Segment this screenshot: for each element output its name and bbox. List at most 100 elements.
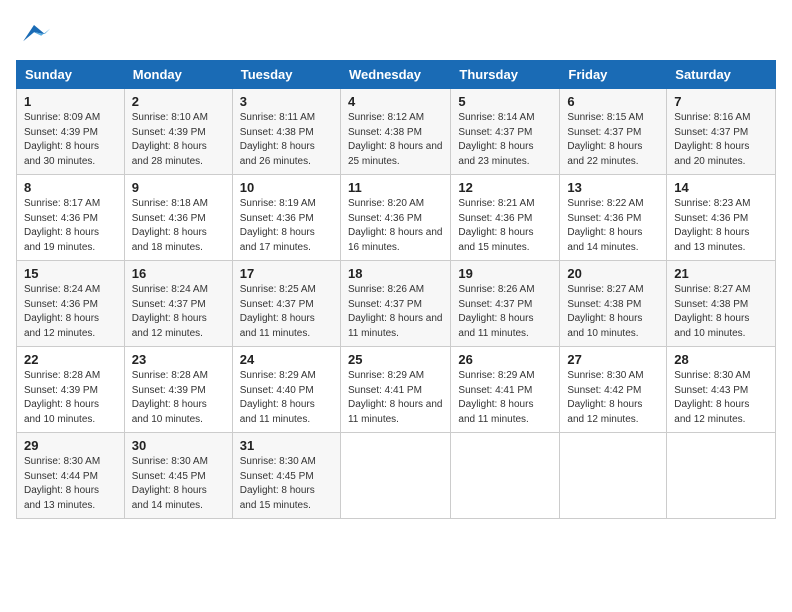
day-info: Sunrise: 8:22 AM Sunset: 4:36 PM Dayligh…: [567, 197, 659, 255]
calendar-cell: 21 Sunrise: 8:27 AM Sunset: 4:38 PM Dayl…: [667, 261, 776, 347]
day-info: Sunrise: 8:28 AM Sunset: 4:39 PM Dayligh…: [132, 369, 225, 427]
calendar-cell: [560, 433, 667, 519]
day-number: 15: [24, 266, 117, 281]
calendar-cell: 19 Sunrise: 8:26 AM Sunset: 4:37 PM Dayl…: [451, 261, 560, 347]
weekday-header: Tuesday: [232, 61, 340, 89]
calendar-cell: 18 Sunrise: 8:26 AM Sunset: 4:37 PM Dayl…: [340, 261, 450, 347]
calendar-week-row: 8 Sunrise: 8:17 AM Sunset: 4:36 PM Dayli…: [17, 175, 776, 261]
day-number: 26: [458, 352, 552, 367]
logo: [16, 16, 58, 52]
calendar-week-row: 29 Sunrise: 8:30 AM Sunset: 4:44 PM Dayl…: [17, 433, 776, 519]
calendar-cell: 15 Sunrise: 8:24 AM Sunset: 4:36 PM Dayl…: [17, 261, 125, 347]
calendar-cell: 20 Sunrise: 8:27 AM Sunset: 4:38 PM Dayl…: [560, 261, 667, 347]
calendar-cell: 8 Sunrise: 8:17 AM Sunset: 4:36 PM Dayli…: [17, 175, 125, 261]
calendar-cell: 17 Sunrise: 8:25 AM Sunset: 4:37 PM Dayl…: [232, 261, 340, 347]
day-info: Sunrise: 8:27 AM Sunset: 4:38 PM Dayligh…: [674, 283, 768, 341]
logo-icon: [16, 16, 52, 52]
day-number: 16: [132, 266, 225, 281]
weekday-header: Sunday: [17, 61, 125, 89]
day-info: Sunrise: 8:26 AM Sunset: 4:37 PM Dayligh…: [348, 283, 443, 341]
day-number: 1: [24, 94, 117, 109]
day-info: Sunrise: 8:18 AM Sunset: 4:36 PM Dayligh…: [132, 197, 225, 255]
day-number: 6: [567, 94, 659, 109]
day-number: 12: [458, 180, 552, 195]
day-info: Sunrise: 8:12 AM Sunset: 4:38 PM Dayligh…: [348, 111, 443, 169]
day-info: Sunrise: 8:23 AM Sunset: 4:36 PM Dayligh…: [674, 197, 768, 255]
calendar-cell: 6 Sunrise: 8:15 AM Sunset: 4:37 PM Dayli…: [560, 89, 667, 175]
page-header: [16, 16, 776, 52]
calendar-cell: 31 Sunrise: 8:30 AM Sunset: 4:45 PM Dayl…: [232, 433, 340, 519]
calendar-cell: 3 Sunrise: 8:11 AM Sunset: 4:38 PM Dayli…: [232, 89, 340, 175]
calendar-cell: 22 Sunrise: 8:28 AM Sunset: 4:39 PM Dayl…: [17, 347, 125, 433]
calendar-cell: 10 Sunrise: 8:19 AM Sunset: 4:36 PM Dayl…: [232, 175, 340, 261]
day-number: 2: [132, 94, 225, 109]
calendar-cell: 4 Sunrise: 8:12 AM Sunset: 4:38 PM Dayli…: [340, 89, 450, 175]
day-number: 9: [132, 180, 225, 195]
day-info: Sunrise: 8:15 AM Sunset: 4:37 PM Dayligh…: [567, 111, 659, 169]
calendar-cell: 12 Sunrise: 8:21 AM Sunset: 4:36 PM Dayl…: [451, 175, 560, 261]
calendar-cell: 28 Sunrise: 8:30 AM Sunset: 4:43 PM Dayl…: [667, 347, 776, 433]
day-number: 29: [24, 438, 117, 453]
day-number: 10: [240, 180, 333, 195]
day-info: Sunrise: 8:21 AM Sunset: 4:36 PM Dayligh…: [458, 197, 552, 255]
day-number: 19: [458, 266, 552, 281]
calendar-cell: 23 Sunrise: 8:28 AM Sunset: 4:39 PM Dayl…: [124, 347, 232, 433]
day-number: 30: [132, 438, 225, 453]
calendar-cell: 7 Sunrise: 8:16 AM Sunset: 4:37 PM Dayli…: [667, 89, 776, 175]
calendar-week-row: 15 Sunrise: 8:24 AM Sunset: 4:36 PM Dayl…: [17, 261, 776, 347]
weekday-header: Wednesday: [340, 61, 450, 89]
calendar-cell: 9 Sunrise: 8:18 AM Sunset: 4:36 PM Dayli…: [124, 175, 232, 261]
calendar-cell: 1 Sunrise: 8:09 AM Sunset: 4:39 PM Dayli…: [17, 89, 125, 175]
day-info: Sunrise: 8:30 AM Sunset: 4:45 PM Dayligh…: [132, 455, 225, 513]
day-number: 25: [348, 352, 443, 367]
day-info: Sunrise: 8:30 AM Sunset: 4:42 PM Dayligh…: [567, 369, 659, 427]
day-number: 20: [567, 266, 659, 281]
day-number: 28: [674, 352, 768, 367]
day-number: 18: [348, 266, 443, 281]
day-number: 4: [348, 94, 443, 109]
day-info: Sunrise: 8:30 AM Sunset: 4:44 PM Dayligh…: [24, 455, 117, 513]
calendar-cell: 13 Sunrise: 8:22 AM Sunset: 4:36 PM Dayl…: [560, 175, 667, 261]
calendar-cell: 2 Sunrise: 8:10 AM Sunset: 4:39 PM Dayli…: [124, 89, 232, 175]
day-number: 31: [240, 438, 333, 453]
day-number: 13: [567, 180, 659, 195]
day-info: Sunrise: 8:30 AM Sunset: 4:45 PM Dayligh…: [240, 455, 333, 513]
day-info: Sunrise: 8:24 AM Sunset: 4:37 PM Dayligh…: [132, 283, 225, 341]
day-info: Sunrise: 8:29 AM Sunset: 4:40 PM Dayligh…: [240, 369, 333, 427]
calendar-cell: 26 Sunrise: 8:29 AM Sunset: 4:41 PM Dayl…: [451, 347, 560, 433]
calendar-week-row: 1 Sunrise: 8:09 AM Sunset: 4:39 PM Dayli…: [17, 89, 776, 175]
calendar-cell: [451, 433, 560, 519]
calendar-table: SundayMondayTuesdayWednesdayThursdayFrid…: [16, 60, 776, 519]
day-number: 23: [132, 352, 225, 367]
day-info: Sunrise: 8:19 AM Sunset: 4:36 PM Dayligh…: [240, 197, 333, 255]
day-number: 5: [458, 94, 552, 109]
calendar-cell: 25 Sunrise: 8:29 AM Sunset: 4:41 PM Dayl…: [340, 347, 450, 433]
calendar-cell: [667, 433, 776, 519]
day-info: Sunrise: 8:14 AM Sunset: 4:37 PM Dayligh…: [458, 111, 552, 169]
weekday-header: Monday: [124, 61, 232, 89]
day-info: Sunrise: 8:28 AM Sunset: 4:39 PM Dayligh…: [24, 369, 117, 427]
calendar-cell: 27 Sunrise: 8:30 AM Sunset: 4:42 PM Dayl…: [560, 347, 667, 433]
calendar-cell: 16 Sunrise: 8:24 AM Sunset: 4:37 PM Dayl…: [124, 261, 232, 347]
calendar-week-row: 22 Sunrise: 8:28 AM Sunset: 4:39 PM Dayl…: [17, 347, 776, 433]
day-info: Sunrise: 8:20 AM Sunset: 4:36 PM Dayligh…: [348, 197, 443, 255]
day-info: Sunrise: 8:27 AM Sunset: 4:38 PM Dayligh…: [567, 283, 659, 341]
day-number: 17: [240, 266, 333, 281]
calendar-cell: 24 Sunrise: 8:29 AM Sunset: 4:40 PM Dayl…: [232, 347, 340, 433]
calendar-cell: [340, 433, 450, 519]
day-info: Sunrise: 8:11 AM Sunset: 4:38 PM Dayligh…: [240, 111, 333, 169]
calendar-cell: 5 Sunrise: 8:14 AM Sunset: 4:37 PM Dayli…: [451, 89, 560, 175]
day-number: 7: [674, 94, 768, 109]
weekday-header: Thursday: [451, 61, 560, 89]
calendar-cell: 29 Sunrise: 8:30 AM Sunset: 4:44 PM Dayl…: [17, 433, 125, 519]
day-info: Sunrise: 8:16 AM Sunset: 4:37 PM Dayligh…: [674, 111, 768, 169]
day-info: Sunrise: 8:29 AM Sunset: 4:41 PM Dayligh…: [348, 369, 443, 427]
day-info: Sunrise: 8:24 AM Sunset: 4:36 PM Dayligh…: [24, 283, 117, 341]
day-number: 21: [674, 266, 768, 281]
day-number: 3: [240, 94, 333, 109]
day-info: Sunrise: 8:25 AM Sunset: 4:37 PM Dayligh…: [240, 283, 333, 341]
day-number: 22: [24, 352, 117, 367]
day-number: 27: [567, 352, 659, 367]
day-info: Sunrise: 8:26 AM Sunset: 4:37 PM Dayligh…: [458, 283, 552, 341]
day-info: Sunrise: 8:30 AM Sunset: 4:43 PM Dayligh…: [674, 369, 768, 427]
